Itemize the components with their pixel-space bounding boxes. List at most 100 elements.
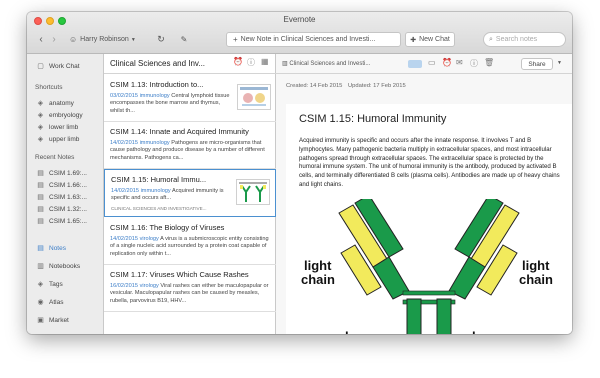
recent-label: CSIM 1.69:... bbox=[49, 169, 87, 177]
sidebar-item-shortcut[interactable]: ◈ lower limb bbox=[27, 121, 104, 133]
antibody-diagram: light chain light chain heavy heavy bbox=[301, 199, 553, 334]
note-icon: ▤ bbox=[37, 218, 44, 225]
sidebar-item-recent[interactable]: ▤ CSIM 1.66:... bbox=[27, 179, 104, 191]
tag-icon: ◈ bbox=[37, 136, 44, 143]
note-date: 16/02/2015 bbox=[110, 283, 138, 289]
trash-icon[interactable]: 🗑 bbox=[484, 58, 494, 67]
list-item[interactable]: CSIM 1.13: Introduction to... 03/02/2015… bbox=[104, 75, 276, 122]
sidebar-item-notes[interactable]: ▤ Notes bbox=[27, 242, 104, 254]
globe-icon: ◉ bbox=[37, 299, 44, 306]
search-icon: ⌕ bbox=[489, 35, 493, 43]
created-date: Created: 14 Feb 2015 bbox=[286, 83, 343, 89]
info-icon[interactable]: ⓘ bbox=[247, 57, 255, 68]
note-editor: ▥ Clinical Sciences and Investi... ▭ ⏰ ✉… bbox=[276, 54, 572, 334]
note-title: CSIM 1.15: Humoral Immu... bbox=[111, 175, 207, 184]
note-thumbnail bbox=[236, 179, 270, 205]
notebook-icon: ▥ bbox=[37, 263, 44, 270]
back-arrow-icon[interactable]: ‹ bbox=[35, 32, 47, 47]
search-box[interactable]: ⌕ Search notes bbox=[483, 32, 566, 47]
recent-notes-heading: Recent Notes bbox=[35, 154, 75, 161]
reminder-icon[interactable]: ⏰ bbox=[233, 57, 243, 66]
sidebar-item-recent[interactable]: ▤ CSIM 1.65:... bbox=[27, 215, 104, 227]
sidebar-item-shortcut[interactable]: ◈ upper limb bbox=[27, 133, 104, 145]
new-chat-label: New Chat bbox=[419, 36, 450, 43]
sync-icon[interactable]: ↻ bbox=[155, 32, 167, 47]
present-icon[interactable]: ▭ bbox=[428, 58, 436, 67]
search-input[interactable]: Search notes bbox=[496, 36, 537, 43]
note-date: 14/02/2015 bbox=[110, 236, 138, 242]
chevron-down-icon[interactable]: ▼ bbox=[557, 60, 562, 66]
note-tag: immunology bbox=[139, 140, 170, 146]
chevron-down-icon: ▼ bbox=[130, 36, 136, 43]
sidebar-item-market[interactable]: ▣ Market bbox=[27, 314, 104, 326]
note-title: CSIM 1.14: Innate and Acquired Immunity bbox=[110, 127, 249, 136]
recent-label: CSIM 1.66:... bbox=[49, 181, 87, 189]
note-icon: ▤ bbox=[37, 194, 44, 201]
forward-arrow-icon[interactable]: › bbox=[48, 32, 60, 47]
doc-title: CSIM 1.15: Humoral Immunity bbox=[299, 113, 447, 125]
tag-icon: ◈ bbox=[37, 112, 44, 119]
notebook-path[interactable]: ▥ Clinical Sciences and Investi... bbox=[282, 60, 370, 67]
user-icon: ☺ bbox=[69, 35, 78, 44]
updated-date: Updated: 17 Feb 2015 bbox=[348, 83, 406, 89]
note-tag: virology bbox=[139, 283, 159, 289]
notebook-path-label: Clinical Sciences and Investi... bbox=[289, 61, 371, 67]
chat-icon[interactable]: ✉ bbox=[456, 58, 463, 67]
sidebar-item-notebooks[interactable]: ▥ Notebooks bbox=[27, 260, 104, 272]
shortcut-label: upper limb bbox=[49, 135, 80, 143]
new-note-button[interactable]: + New Note in Clinical Sciences and Inve… bbox=[226, 32, 401, 47]
nav-label: Notebooks bbox=[49, 262, 81, 270]
heavy-chain-label-left: heavy bbox=[345, 329, 383, 334]
notes-icon: ▤ bbox=[37, 245, 44, 252]
activity-icon[interactable]: ✎ bbox=[178, 32, 190, 47]
sidebar-item-recent[interactable]: ▤ CSIM 1.32:... bbox=[27, 203, 104, 215]
sidebar: ▢ Work Chat Shortcuts ◈ anatomy ◈ embryolo… bbox=[27, 54, 104, 334]
account-menu[interactable]: ☺ Harry Robinson ▼ bbox=[69, 32, 145, 47]
note-tag: immunology bbox=[139, 93, 170, 99]
note-content[interactable]: CSIM 1.15: Humoral Immunity Acquired imm… bbox=[286, 104, 572, 334]
new-note-label: New Note in Clinical Sciences and Invest… bbox=[240, 36, 376, 43]
new-chat-button[interactable]: ✚ New Chat bbox=[405, 32, 455, 47]
note-icon: ▤ bbox=[37, 170, 44, 177]
reminder-icon[interactable]: ⏰ bbox=[442, 58, 452, 67]
list-item-selected[interactable]: CSIM 1.15: Humoral Immu... 14/02/2015 im… bbox=[104, 169, 276, 217]
note-icon: ▤ bbox=[37, 182, 44, 189]
sidebar-item-work-chat[interactable]: ▢ Work Chat bbox=[27, 60, 104, 72]
nav-label: Atlas bbox=[49, 298, 64, 306]
sidebar-item-shortcut[interactable]: ◈ embryology bbox=[27, 109, 104, 121]
tag-icon: ◈ bbox=[37, 100, 44, 107]
note-title: CSIM 1.16: The Biology of Viruses bbox=[110, 223, 225, 232]
sidebar-item-recent[interactable]: ▤ CSIM 1.69:... bbox=[27, 167, 104, 179]
list-item[interactable]: CSIM 1.17: Viruses Which Cause Rashes 16… bbox=[104, 265, 276, 312]
tag-button[interactable] bbox=[408, 60, 422, 68]
sidebar-item-recent[interactable]: ▤ CSIM 1.63:... bbox=[27, 191, 104, 203]
note-thumbnail bbox=[237, 84, 271, 110]
note-date: 14/02/2015 bbox=[110, 140, 138, 146]
view-options-icon[interactable]: ▦ bbox=[261, 57, 269, 66]
shortcut-label: embryology bbox=[49, 111, 83, 119]
info-icon[interactable]: ⓘ bbox=[470, 58, 478, 69]
editor-toolbar: ▥ Clinical Sciences and Investi... ▭ ⏰ ✉… bbox=[276, 54, 572, 74]
list-item[interactable]: CSIM 1.16: The Biology of Viruses 14/02/… bbox=[104, 218, 276, 265]
recent-label: CSIM 1.65:... bbox=[49, 217, 87, 225]
share-button[interactable]: Share bbox=[521, 58, 553, 70]
doc-text: Acquired immunity is specific and occurs… bbox=[299, 137, 560, 188]
sidebar-item-atlas[interactable]: ◉ Atlas bbox=[27, 296, 104, 308]
nav-label: Notes bbox=[49, 244, 66, 252]
nav-label: Tags bbox=[49, 280, 63, 288]
chat-bubble-icon: ▢ bbox=[37, 63, 44, 70]
chat-icon: ✚ bbox=[410, 36, 417, 44]
shortcuts-heading: Shortcuts bbox=[35, 84, 63, 91]
light-chain-label-right: light bbox=[522, 258, 550, 273]
evernote-window: Evernote ‹ › ☺ Harry Robinson ▼ ↻ ✎ + Ne… bbox=[27, 12, 572, 334]
notebook-name[interactable]: Clinical Sciences and Inv... bbox=[110, 59, 205, 68]
sidebar-item-tags[interactable]: ◈ Tags bbox=[27, 278, 104, 290]
sidebar-item-shortcut[interactable]: ◈ anatomy bbox=[27, 97, 104, 109]
note-date: 14/02/2015 bbox=[111, 188, 139, 194]
market-icon: ▣ bbox=[37, 317, 44, 324]
recent-label: CSIM 1.32:... bbox=[49, 205, 87, 213]
note-tag: immunology bbox=[140, 188, 171, 194]
shortcut-label: anatomy bbox=[49, 99, 74, 107]
tag-icon: ◈ bbox=[37, 124, 44, 131]
list-item[interactable]: CSIM 1.14: Innate and Acquired Immunity … bbox=[104, 122, 276, 169]
